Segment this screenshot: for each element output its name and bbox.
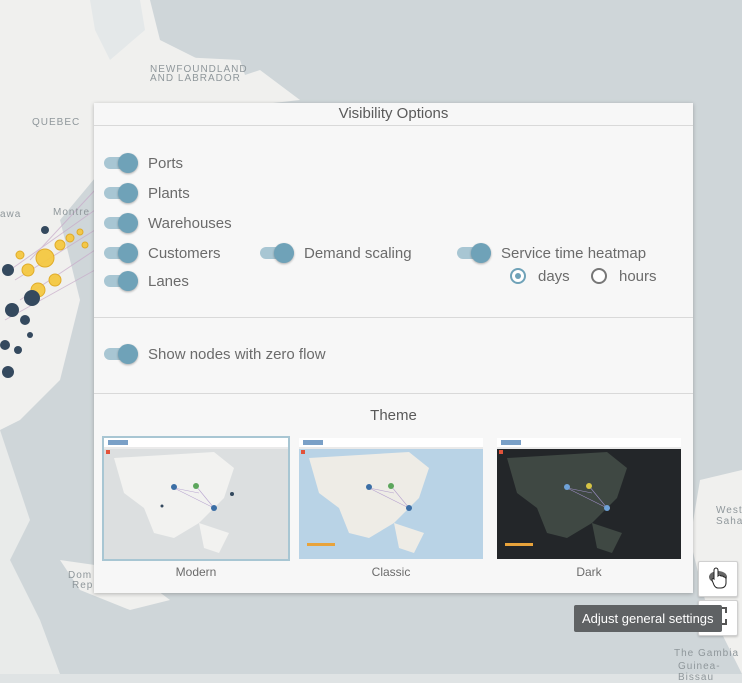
hand-cursor-icon xyxy=(711,567,727,594)
zero-flow-section: Show nodes with zero flow xyxy=(94,318,693,394)
lanes-toggle[interactable] xyxy=(104,270,138,292)
theme-thumbnail-classic[interactable] xyxy=(297,436,485,561)
map-label-gambia: The Gambia xyxy=(674,648,740,659)
warehouses-toggle-row[interactable]: Warehouses xyxy=(104,212,232,234)
theme-thumbnail-dark[interactable] xyxy=(495,436,683,561)
zero-flow-label: Show nodes with zero flow xyxy=(148,345,326,363)
visibility-options-panel: Visibility Options Ports Plants Warehous… xyxy=(94,103,693,593)
map-label-west: West xyxy=(716,505,742,516)
panel-title: Visibility Options xyxy=(94,103,693,126)
map-label-labrador: AND LABRADOR xyxy=(150,73,241,84)
theme-option-dark[interactable]: Dark xyxy=(495,436,683,579)
zero-flow-toggle-row[interactable]: Show nodes with zero flow xyxy=(104,343,326,365)
theme-thumbnail-modern[interactable] xyxy=(102,436,290,561)
theme-label-dark: Dark xyxy=(576,565,602,579)
zero-flow-toggle[interactable] xyxy=(104,343,138,365)
plants-toggle[interactable] xyxy=(104,182,138,204)
warehouses-label: Warehouses xyxy=(148,214,232,232)
hours-radio-row[interactable]: hours xyxy=(591,265,657,287)
customers-toggle[interactable] xyxy=(104,242,138,264)
demand-scaling-toggle-row[interactable]: Demand scaling xyxy=(260,242,412,264)
warehouses-toggle[interactable] xyxy=(104,212,138,234)
layer-toggles-section: Ports Plants Warehouses Customers Lanes … xyxy=(94,126,693,318)
lanes-label: Lanes xyxy=(148,272,189,290)
map-label-quebec: QUEBEC xyxy=(32,117,81,128)
days-label: days xyxy=(538,267,570,285)
map-label-ottawa: awa xyxy=(0,209,22,220)
service-heatmap-toggle[interactable] xyxy=(457,242,491,264)
ports-toggle[interactable] xyxy=(104,152,138,174)
service-heatmap-label: Service time heatmap xyxy=(501,244,647,262)
theme-title: Theme xyxy=(370,407,417,424)
map-label-guinea-bissau: Guinea-Bissau xyxy=(678,661,721,683)
ports-toggle-row[interactable]: Ports xyxy=(104,152,183,174)
hours-radio[interactable] xyxy=(591,268,607,284)
customers-toggle-row[interactable]: Customers xyxy=(104,242,221,264)
theme-label-modern: Modern xyxy=(175,565,217,579)
theme-label-classic: Classic xyxy=(371,565,411,579)
classic-map-preview xyxy=(299,438,483,559)
settings-tooltip: Adjust general settings xyxy=(574,605,722,632)
ports-label: Ports xyxy=(148,154,184,172)
customers-label: Customers xyxy=(148,244,221,262)
plants-toggle-row[interactable]: Plants xyxy=(104,182,190,204)
days-radio[interactable] xyxy=(510,268,526,284)
dark-map-preview xyxy=(497,438,681,559)
map-label-montreal: Montre xyxy=(53,207,91,218)
modern-map-preview xyxy=(104,438,288,559)
map-label-sahara: Saha xyxy=(716,516,742,527)
days-radio-row[interactable]: days xyxy=(510,265,570,287)
theme-option-classic[interactable]: Classic xyxy=(297,436,485,579)
demand-scaling-toggle[interactable] xyxy=(260,242,294,264)
plants-label: Plants xyxy=(148,184,190,202)
service-heatmap-toggle-row[interactable]: Service time heatmap xyxy=(457,242,646,264)
demand-scaling-label: Demand scaling xyxy=(304,244,412,262)
hours-label: hours xyxy=(619,267,657,285)
lanes-toggle-row[interactable]: Lanes xyxy=(104,270,189,292)
theme-option-modern[interactable]: Modern xyxy=(102,436,290,579)
